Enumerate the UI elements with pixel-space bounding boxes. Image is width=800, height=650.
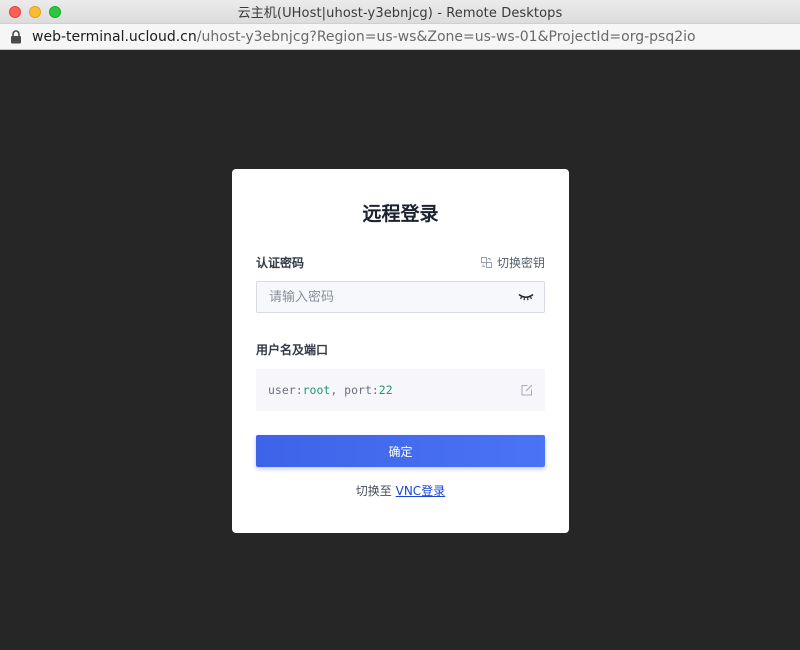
vnc-login-link[interactable]: VNC登录 [396,484,446,498]
maximize-window-button[interactable] [49,6,61,18]
password-label: 认证密码 [256,255,305,270]
password-field[interactable] [256,281,545,313]
minimize-window-button[interactable] [29,6,41,18]
title-bar: 云主机(UHost|uhost-y3ebnjcg) - Remote Deskt… [0,0,800,24]
port-value: 22 [378,383,393,397]
switch-key-label: 切换密钥 [496,255,545,270]
eye-closed-icon[interactable] [518,293,534,301]
swap-icon [480,256,492,268]
edit-icon[interactable] [521,384,533,396]
url-path: /uhost-y3ebnjcg?Region=us-ws&Zone=us-ws-… [196,28,696,45]
login-title: 远程登录 [362,203,439,225]
address-bar[interactable]: web-terminal.ucloud.cn/uhost-y3ebnjcg?Re… [0,24,800,50]
lock-icon [11,29,21,43]
switch-login-row: 切换至 VNC登录 [256,482,545,499]
user-port-box: user:root, port:22 [256,369,545,411]
close-window-button[interactable] [9,6,21,18]
url-text[interactable]: web-terminal.ucloud.cn/uhost-y3ebnjcg?Re… [32,29,696,45]
browser-window: 云主机(UHost|uhost-y3ebnjcg) - Remote Deskt… [0,0,800,650]
switch-key-button[interactable]: 切换密钥 [480,254,545,271]
window-controls [9,6,61,18]
window-title: 云主机(UHost|uhost-y3ebnjcg) - Remote Deskt… [237,6,563,21]
user-port-text: user:root, port:22 [268,383,393,397]
user-key: user: [268,383,303,397]
user-port-label: 用户名及端口 [256,343,329,357]
password-input[interactable] [269,289,518,305]
user-value: root [302,383,331,397]
switch-prefix: 切换至 [355,484,396,498]
confirm-button[interactable]: 确定 [256,435,545,467]
url-host: web-terminal.ucloud.cn [32,28,197,45]
port-key: , port: [330,383,379,397]
login-card: 远程登录 认证密码 切换密钥 用户名及端口 user:root, port:22… [232,169,569,533]
remote-desktop-area: 远程登录 认证密码 切换密钥 用户名及端口 user:root, port:22… [0,51,800,650]
password-label-row: 认证密码 切换密钥 [256,253,545,271]
